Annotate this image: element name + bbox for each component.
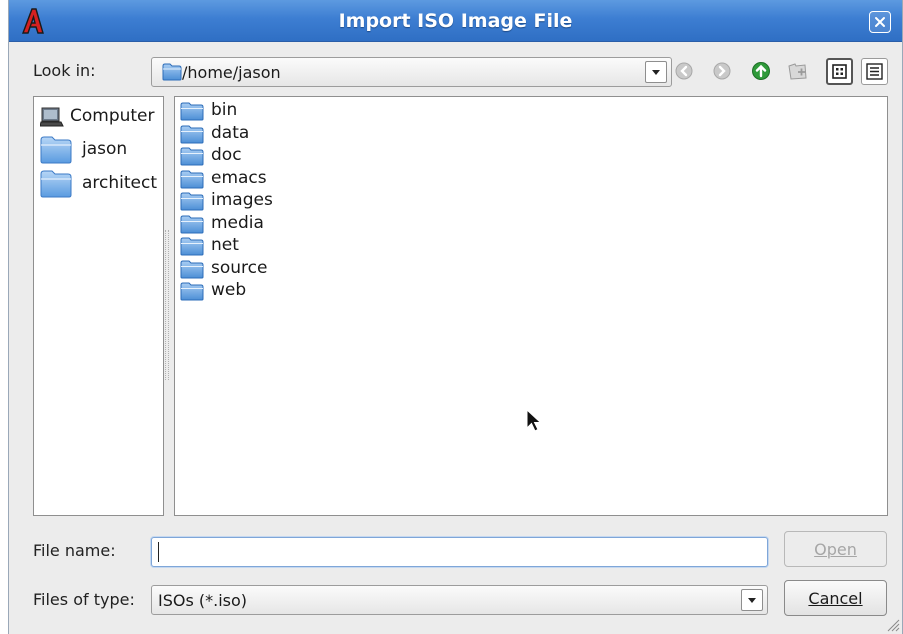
folder-icon [180,192,204,211]
look-in-dropdown-button[interactable] [645,61,667,83]
file-name: emacs [211,167,267,188]
list-item[interactable]: emacs [180,167,380,189]
files-of-type-label: Files of type: [33,590,135,609]
list-item[interactable]: web [180,279,380,301]
file-name: media [211,212,264,233]
close-icon [875,17,885,27]
folder-icon [40,170,72,198]
sidebar-item-label: jason [82,139,128,159]
file-name-label-text: File name: [33,541,116,560]
file-name: web [211,280,247,300]
file-name: data [211,122,250,143]
files-of-type-dropdown-button[interactable] [741,589,763,611]
chevron-down-icon [652,70,660,75]
detail-view-button[interactable] [861,58,888,85]
sidebar-item-jason[interactable]: jason [34,134,163,166]
folder-icon [180,170,204,188]
list-item[interactable]: images [180,189,380,211]
forward-icon[interactable] [709,58,735,84]
folder-icon [180,215,204,233]
files-of-type-value: ISOs (*.iso) [158,591,248,610]
file-name: doc [211,145,242,165]
cancel-button[interactable]: Cancel [784,580,887,616]
title-bar[interactable]: Import ISO Image File [9,0,902,42]
file-list[interactable]: bin data doc emacs images media net sour… [174,96,888,516]
list-item[interactable]: net [180,234,380,256]
look-in-combo[interactable]: /home/jason [151,57,672,87]
sidebar-item-computer[interactable]: Computer [34,101,163,133]
close-button[interactable] [869,11,891,33]
folder-icon [162,63,182,81]
mouse-pointer-icon [526,408,542,432]
open-button-label: Open [814,539,857,559]
list-item[interactable]: data [180,122,380,144]
back-icon[interactable] [671,58,697,84]
import-iso-dialog: Import ISO Image File Look in: /home/jas… [8,0,903,634]
look-in-value: /home/jason [182,63,281,82]
cancel-button-label: Cancel [808,588,863,608]
sidebar-item-label: architect [82,173,158,193]
folder-icon [180,260,204,278]
folder-icon [40,136,72,164]
file-name: bin [211,100,238,120]
parent-directory-icon[interactable] [748,58,774,84]
sidebar-item-label: Computer [70,106,155,126]
window-title: Import ISO Image File [338,10,573,32]
folder-icon [180,282,204,301]
file-name-input[interactable] [151,537,768,567]
folder-icon [180,102,204,121]
chevron-down-icon [748,598,756,603]
file-name: images [211,190,273,210]
resize-grip-icon[interactable] [884,616,900,632]
computer-icon [40,107,64,127]
panel-splitter[interactable] [165,230,169,380]
list-item[interactable]: bin [180,99,380,121]
folder-icon [180,147,204,166]
look-in-label: Look in: [33,61,96,80]
files-of-type-combo[interactable]: ISOs (*.iso) [151,585,768,615]
list-item[interactable]: source [180,257,380,279]
list-item[interactable]: media [180,212,380,234]
file-name: source [211,257,268,278]
new-folder-icon[interactable] [785,58,811,84]
folder-icon [180,125,204,143]
detail-view-icon [866,63,883,80]
list-item[interactable]: doc [180,144,380,166]
open-button[interactable]: Open [784,531,887,567]
places-sidebar: Computer jason architect [33,96,164,516]
list-view-icon [832,64,847,79]
file-name: net [211,235,239,255]
text-caret [158,542,159,562]
file-name-label: File name: [33,541,116,560]
folder-icon [180,237,204,256]
sidebar-item-architect[interactable]: architect [34,168,163,200]
list-view-button[interactable] [826,58,853,85]
